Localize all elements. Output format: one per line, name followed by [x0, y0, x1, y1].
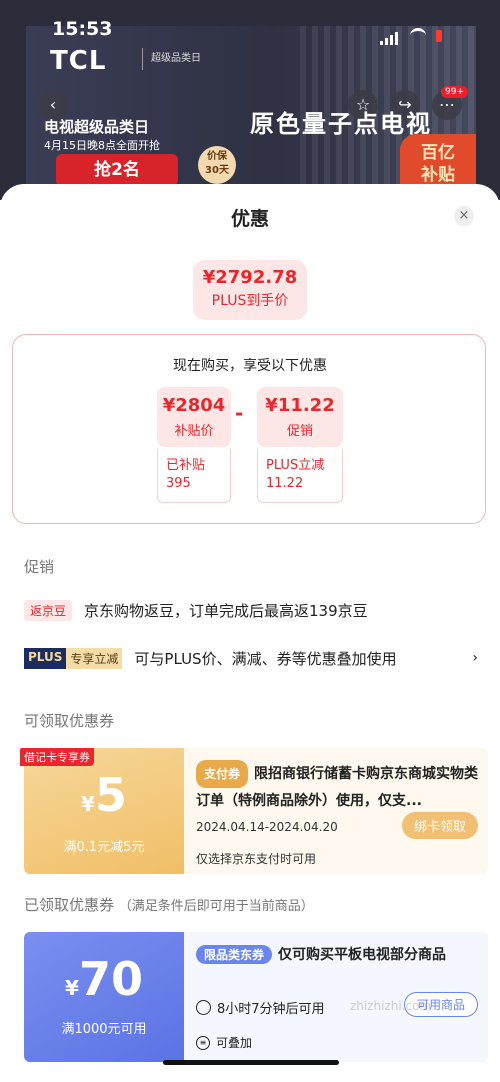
category-coupon: ¥70 满1000元可用 限品类东券 仅可购买平板电视部分商品 8小时7分钟后可用… [24, 932, 488, 1062]
product-banner: 15:53 TCL 超级品类日 ‹ ☆ ↪ ⋯ 99+ 电视超级品类日 4月15… [0, 0, 500, 200]
coupon-date: 2024.04.14-2024.04.20 [196, 820, 338, 834]
promo-title: 电视超级品类日 [44, 118, 150, 136]
coupon-type-pill: 支付券 [196, 760, 249, 788]
close-icon[interactable]: × [454, 206, 474, 226]
final-price-box: ¥2792.78 PLUS到手价 [193, 260, 307, 320]
debit-card-coupon: 借记卡专享券 ¥5 满0.1元减5元 支付券 限招商银行储蓄卡购京东商城实物类订单… [20, 748, 488, 874]
jingdou-tag: 返京豆 [24, 600, 73, 621]
discount-sheet: 优惠 × ¥2792.78 PLUS到手价 现在购买，享受以下优惠 ¥2804 … [0, 184, 500, 1082]
coupon-description: 限品类东券 仅可购买平板电视部分商品 [196, 944, 446, 964]
subsidy-detail: 已补贴 395 [157, 449, 231, 503]
sheet-title: 优惠 [230, 208, 269, 230]
received-note: （满足条件后即可用于当前商品） [118, 899, 314, 914]
minus-sign: - [235, 401, 244, 425]
coupon-amount-value: 70 [78, 952, 143, 1006]
wifi-icon [410, 28, 426, 43]
received-coupons-header: 已领取优惠券 （满足条件后即可用于当前商品） [24, 894, 314, 915]
plus-tag-type: 专享立减 [66, 648, 123, 669]
subsidy-detail-value: 395 [166, 476, 191, 491]
promotion-value: ¥11.22 [265, 395, 335, 416]
currency-symbol: ¥ [81, 792, 95, 816]
stack-icon: ≡ [196, 1035, 210, 1050]
coupon-desc-text: 仅可购买平板电视部分商品 [278, 947, 447, 963]
signal-icon [380, 26, 400, 45]
stack-text: 可叠加 [216, 1036, 253, 1050]
coupon-info-panel: 限品类东券 仅可购买平板电视部分商品 8小时7分钟后可用 可用商品 ≡ 可叠加 [184, 932, 488, 1062]
brand-subtitle: 超级品类日 [142, 48, 201, 70]
promo-row-jingdou: 返京豆 京东购物返豆，订单完成后最高返139京豆 [24, 600, 368, 621]
currency-symbol: ¥ [65, 976, 79, 1000]
chevron-right-icon[interactable]: › [472, 650, 478, 666]
status-icons [380, 26, 442, 45]
coupon-type-pill: 限品类东券 [196, 945, 273, 964]
plus-tag: PLUS 专享立减 [24, 648, 123, 669]
jingdou-text: 京东购物返豆，订单完成后最高返139京豆 [84, 602, 368, 620]
promotion-label: 促销 [286, 424, 313, 439]
banner-headline: 原色量子点电视 [250, 110, 432, 138]
subsidy-price: ¥2804 [162, 395, 226, 416]
coupon-tag: 借记卡专享券 [20, 748, 94, 766]
grab-button[interactable]: 抢2名 [56, 154, 178, 186]
promotion-box: ¥11.22 促销 [257, 387, 343, 447]
coupon-value-panel: ¥70 满1000元可用 [24, 932, 184, 1062]
coupon-condition: 满0.1元减5元 [63, 840, 145, 855]
subsidy-detail-label: 已补贴 [166, 458, 206, 473]
battery-icon [436, 29, 442, 42]
coupon-info-panel: 支付券 限招商银行储蓄卡购京东商城实物类订单（特例商品除外）使用，仅支... 20… [184, 748, 488, 874]
plus-detail-value: 11.22 [266, 476, 304, 491]
promotions-header: 促销 [24, 558, 55, 576]
promo-row-plus[interactable]: PLUS 专享立减 可与PLUS价、满减、券等优惠叠加使用 [24, 648, 397, 669]
price-protect-badge: 价保 30天 [198, 146, 236, 184]
coupon-amount: ¥70 [24, 952, 184, 1006]
bind-card-button[interactable]: 绑卡领取 [401, 812, 478, 839]
coupon-amount-value: 5 [94, 768, 127, 822]
subsidy-price-label: 补贴价 [174, 424, 214, 439]
watermark: zhizhizhi.com [350, 999, 432, 1013]
available-coupons-header: 可领取优惠券 [24, 712, 115, 730]
coupon-value-panel: 借记卡专享券 ¥5 满0.1元减5元 [20, 748, 184, 874]
breakdown-title: 现在购买，享受以下优惠 [173, 358, 327, 374]
subsidy-price-box: ¥2804 补贴价 [157, 387, 231, 447]
final-price-label: PLUS到手价 [211, 293, 289, 309]
plus-tag-label: PLUS [24, 648, 67, 669]
timer-text: 8小时7分钟后可用 [217, 1002, 325, 1017]
coupon-note: 仅选择京东支付时可用 [196, 852, 317, 866]
coupon-timer: 8小时7分钟后可用 [196, 998, 325, 1017]
status-time: 15:53 [52, 18, 113, 40]
coupon-amount: ¥5 [24, 768, 184, 822]
message-badge: 99+ [441, 86, 468, 98]
coupon-condition: 满1000元可用 [61, 1022, 147, 1037]
stackable-note: ≡ 可叠加 [196, 1034, 252, 1051]
promo-date: 4月15日晚8点全面开抢 [44, 139, 160, 152]
plus-text: 可与PLUS价、满减、券等优惠叠加使用 [134, 650, 397, 668]
coupon-description: 支付券 限招商银行储蓄卡购京东商城实物类订单（特例商品除外）使用，仅支... [196, 760, 482, 814]
price-breakdown: 现在购买，享受以下优惠 ¥2804 补贴价 - ¥11.22 促销 已补贴 39… [12, 334, 486, 524]
home-indicator[interactable] [163, 1060, 339, 1065]
received-title: 已领取优惠券 [24, 896, 115, 914]
plus-detail: PLUS立减 11.22 [257, 449, 343, 503]
brand-logo: TCL [50, 46, 107, 76]
plus-detail-label: PLUS立减 [266, 458, 325, 473]
clock-icon [196, 1000, 211, 1015]
final-price: ¥2792.78 [202, 267, 298, 288]
